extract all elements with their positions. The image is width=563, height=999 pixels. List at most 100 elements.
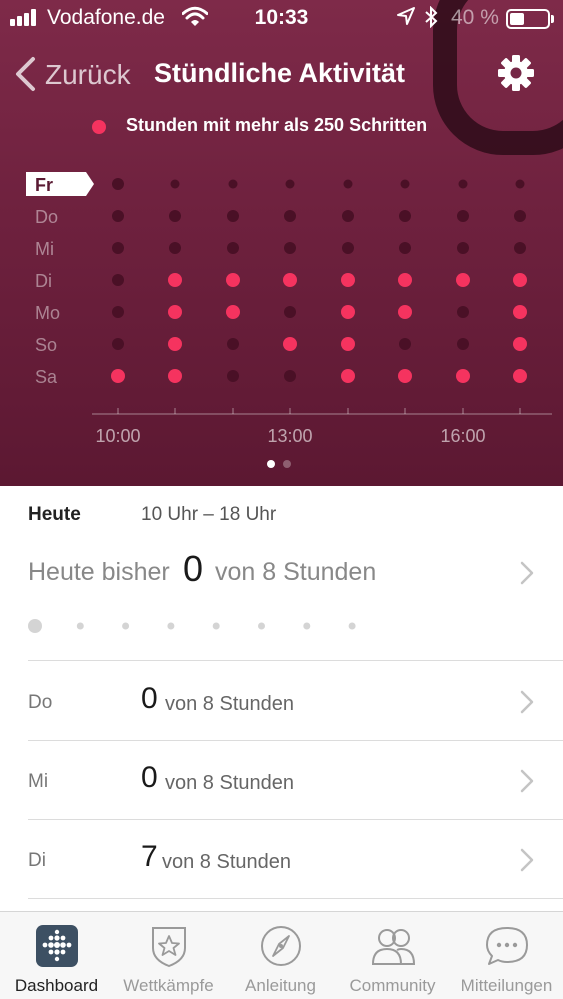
legend-label: Stunden mit mehr als 250 Schritten: [126, 115, 428, 135]
day-suffix: von 8 Stunden: [165, 693, 294, 715]
chevron-right-icon: [520, 848, 534, 872]
tab-mitteilungen[interactable]: Mitteilungen: [450, 912, 563, 999]
inactive-hour-dot: [458, 179, 468, 189]
battery-icon: [506, 9, 550, 29]
day-count: 0: [141, 682, 158, 715]
day-label-sa[interactable]: Sa: [35, 367, 58, 387]
inactive-hour-dot: [112, 210, 124, 222]
page-indicator: [267, 455, 299, 473]
active-hour-dot: [283, 337, 297, 351]
compass-icon: [261, 926, 301, 966]
active-hour-dot: [456, 273, 470, 287]
inactive-hour-dot: [457, 338, 469, 350]
active-hour-dot: [398, 369, 412, 383]
day-label-mo[interactable]: Mo: [35, 303, 60, 323]
active-hour-dot: [283, 273, 297, 287]
inactive-hour-dot: [228, 179, 238, 189]
chevron-left-icon: [16, 57, 35, 91]
inactive-hour-dot: [343, 179, 353, 189]
active-hour-dot: [456, 369, 470, 383]
day-suffix: von 8 Stunden: [162, 851, 291, 873]
hourly-activity-grid: Fr Do Mi Di Mo So Sa 10:00 13:00 16:00: [26, 172, 552, 446]
day-count: 0: [141, 761, 158, 794]
day-label: Do: [28, 692, 53, 713]
today-hour-dot: [348, 622, 356, 630]
chevron-right-icon: [520, 769, 534, 793]
today-suffix: von 8 Stunden: [215, 558, 377, 586]
inactive-hour-dot: [399, 338, 411, 350]
inactive-hour-dot: [514, 242, 526, 254]
active-hour-dot: [226, 273, 240, 287]
x-tick-label: 10:00: [95, 426, 140, 446]
day-row-mi[interactable]: Mi 0 von 8 Stunden: [28, 741, 563, 819]
inactive-hour-dot: [112, 178, 124, 190]
challenge-badge-icon: [152, 927, 186, 968]
tab-dashboard[interactable]: Dashboard: [0, 912, 113, 999]
inactive-hour-dot: [342, 210, 354, 222]
inactive-hour-dot: [399, 242, 411, 254]
day-label-do[interactable]: Do: [35, 207, 58, 227]
tab-label: Wettkämpfe: [123, 976, 214, 995]
inactive-hour-dot: [400, 179, 410, 189]
active-hour-dot: [341, 369, 355, 383]
active-hour-dot: [168, 305, 182, 319]
inactive-hour-dot: [284, 210, 296, 222]
divider: [28, 660, 563, 661]
activity-header: Vodafone.de 10:33 40 % Zurück Stündliche…: [0, 0, 563, 486]
tab-wettkaempfe[interactable]: Wettkämpfe: [112, 912, 225, 999]
divider: [28, 898, 563, 899]
battery-nub: [551, 15, 554, 23]
inactive-hour-dot: [227, 210, 239, 222]
bluetooth-icon: [425, 6, 438, 28]
inactive-hour-dot: [170, 179, 180, 189]
day-row-di[interactable]: Di 7 von 8 Stunden: [28, 820, 563, 898]
today-summary-row[interactable]: Heute bisher 0 von 8 Stunden: [28, 544, 563, 600]
back-label: Zurück: [45, 59, 131, 90]
day-label-di[interactable]: Di: [35, 271, 52, 291]
gear-icon[interactable]: [497, 54, 535, 92]
inactive-hour-dot: [284, 306, 296, 318]
day-label: Di: [28, 850, 46, 871]
chevron-right-icon: [520, 690, 534, 714]
inactive-hour-dot: [227, 370, 239, 382]
day-row-do[interactable]: Do 0 von 8 Stunden: [28, 662, 563, 740]
active-hour-dot: [398, 305, 412, 319]
today-hour-dot: [167, 622, 175, 630]
inactive-hour-dot: [112, 306, 124, 318]
x-tick-label: 16:00: [440, 426, 485, 446]
x-tick-label: 13:00: [267, 426, 312, 446]
inactive-hour-dot: [227, 242, 239, 254]
today-hour-dot: [212, 622, 220, 630]
inactive-hour-dot: [169, 210, 181, 222]
page-dot: [283, 460, 291, 468]
active-hour-dot: [168, 337, 182, 351]
legend-dot: [92, 120, 106, 134]
inactive-hour-dot: [457, 210, 469, 222]
tab-community[interactable]: Community: [336, 912, 449, 999]
active-hour-dot: [168, 369, 182, 383]
tab-label: Anleitung: [245, 976, 316, 995]
today-count: 0: [183, 548, 204, 589]
day-label-so[interactable]: So: [35, 335, 57, 355]
day-label-mi[interactable]: Mi: [35, 239, 54, 259]
inactive-hour-dot: [112, 242, 124, 254]
active-hour-dot: [111, 369, 125, 383]
inactive-hour-dot: [515, 179, 525, 189]
tab-anleitung[interactable]: Anleitung: [224, 912, 337, 999]
day-count: 7: [141, 840, 158, 873]
active-hour-dot: [226, 305, 240, 319]
day-label-fr[interactable]: Fr: [35, 175, 53, 195]
active-hour-dot: [513, 337, 527, 351]
tab-bar: Dashboard Wettkämpfe Anleitung Community…: [0, 911, 563, 999]
page-dot: [267, 460, 275, 468]
active-hour-dot: [398, 273, 412, 287]
today-hour-dots: [28, 619, 356, 633]
battery-percent: 40 %: [451, 6, 499, 29]
tab-label: Dashboard: [14, 976, 99, 995]
inactive-hour-dot: [457, 306, 469, 318]
inactive-hour-dot: [112, 274, 124, 286]
today-range: 10 Uhr – 18 Uhr: [141, 504, 277, 525]
inactive-hour-dot: [284, 242, 296, 254]
inactive-hour-dot: [169, 242, 181, 254]
today-label: Heute: [28, 504, 81, 525]
